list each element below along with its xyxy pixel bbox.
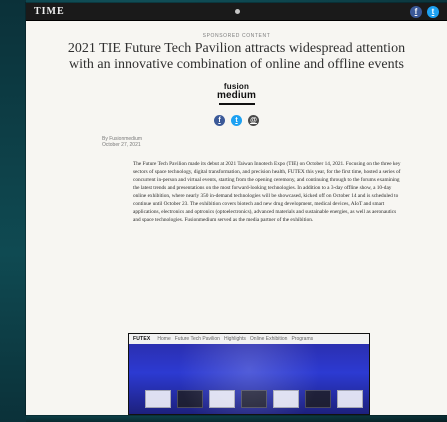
logo-underline — [218, 103, 255, 105]
share-twitter-icon[interactable]: t — [231, 115, 242, 126]
site-logo: TIME — [34, 6, 65, 17]
image-header-item: Online Exhibition — [249, 336, 288, 342]
booth-panel — [209, 390, 235, 408]
logo-text-bottom: medium — [217, 90, 256, 101]
booth-panel — [273, 390, 299, 408]
image-scene — [129, 344, 369, 414]
image-header: FUTEX Home Future Tech Pavilion Highligh… — [129, 334, 369, 344]
article-byline: By Fusionmedium October 27, 2021 — [102, 136, 435, 148]
booth-panel — [145, 390, 171, 408]
article-image: FUTEX Home Future Tech Pavilion Highligh… — [128, 333, 370, 415]
screenshot-window: TIME f t SPONSORED CONTENT 2021 TIE Futu… — [26, 3, 447, 415]
image-header-item: Highlights — [223, 336, 246, 342]
booth-panel — [177, 390, 203, 408]
booth-panel — [305, 390, 331, 408]
share-email-icon[interactable]: @ — [248, 115, 259, 126]
article-paragraph: The Future Tech Pavilion made its debut … — [133, 161, 401, 223]
image-header-item: Home — [157, 336, 171, 342]
booth-panel — [337, 390, 363, 408]
article-content: SPONSORED CONTENT 2021 TIE Future Tech P… — [26, 21, 447, 224]
image-header-item: Programs — [291, 336, 314, 342]
byline-date: October 27, 2021 — [102, 142, 141, 148]
share-row: f t @ — [38, 115, 435, 126]
article-kicker: SPONSORED CONTENT — [202, 33, 271, 39]
publisher-logo: fusion medium — [38, 83, 435, 105]
topbar-dot-icon — [234, 9, 240, 14]
background: TIME f t SPONSORED CONTENT 2021 TIE Futu… — [0, 0, 447, 422]
booth-panel — [241, 390, 267, 408]
image-header-item: Future Tech Pavilion — [174, 336, 220, 342]
bottom-shadow — [26, 415, 447, 422]
top-bar: TIME f t — [26, 3, 447, 21]
twitter-icon[interactable]: t — [426, 5, 439, 18]
share-facebook-icon[interactable]: f — [214, 115, 225, 126]
facebook-icon[interactable]: f — [409, 5, 422, 18]
article-headline: 2021 TIE Future Tech Pavilion attracts w… — [67, 41, 406, 72]
article-body: The Future Tech Pavilion made its debut … — [133, 160, 403, 224]
top-social: f t — [409, 5, 439, 18]
image-header-label: FUTEX — [133, 336, 151, 342]
